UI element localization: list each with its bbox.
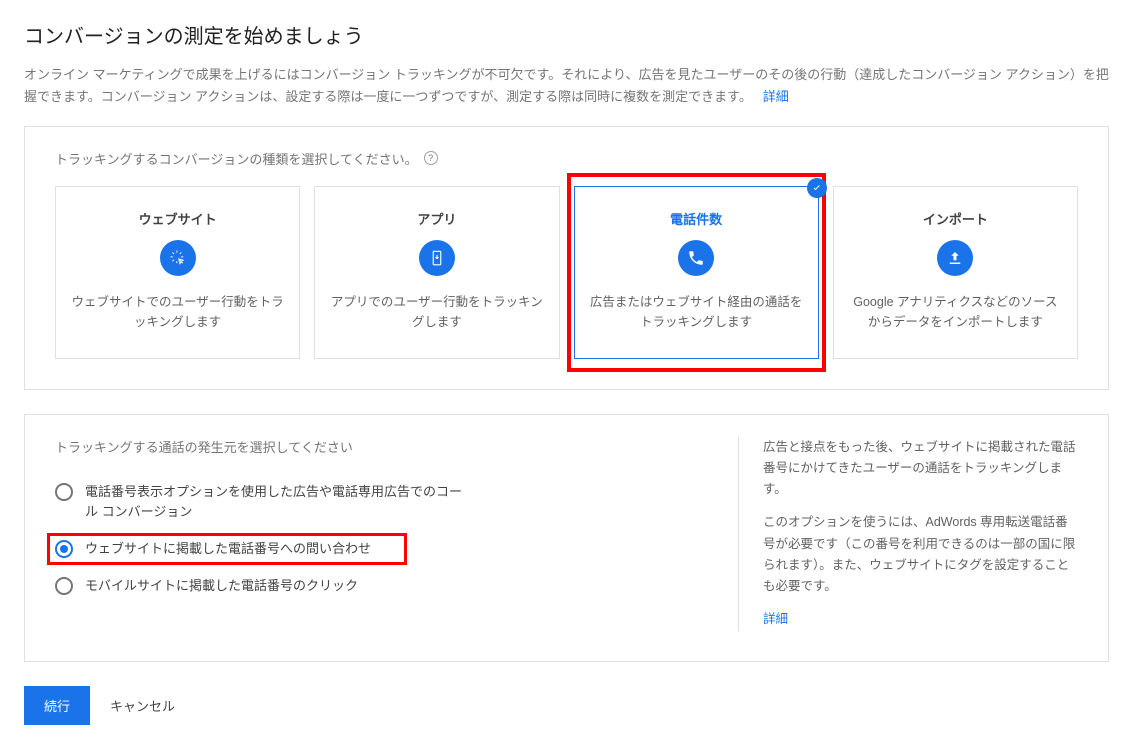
help-icon[interactable]: ?: [424, 151, 438, 165]
aside-p1: 広告と接点をもった後、ウェブサイトに掲載された電話番号にかけてきたユーザーの通話…: [763, 437, 1078, 501]
radio-label: モバイルサイトに掲載した電話番号のクリック: [85, 576, 358, 597]
radio-call-extension[interactable]: 電話番号表示オプションを使用した広告や電話専用広告でのコール コンバージョン: [55, 474, 708, 532]
conversion-type-cards: ウェブサイト ウェブサイトでのユーザー行動をトラッキングします アプリ アプリで…: [55, 186, 1078, 359]
card-title: ウェブサイト: [70, 209, 285, 228]
phone-call-icon: [678, 240, 714, 276]
card-desc: 広告またはウェブサイト経由の通話をトラッキングします: [589, 292, 804, 332]
radio-mobile-phone-click[interactable]: モバイルサイトに掲載した電話番号のクリック: [55, 568, 708, 605]
phone-download-icon: [419, 240, 455, 276]
card-phone-calls[interactable]: 電話件数 広告またはウェブサイト経由の通話をトラッキングします: [574, 186, 819, 359]
card-desc: アプリでのユーザー行動をトラッキングします: [329, 292, 544, 332]
card-title: アプリ: [329, 209, 544, 228]
card-website[interactable]: ウェブサイト ウェブサイトでのユーザー行動をトラッキングします: [55, 186, 300, 359]
call-source-radio-group: 電話番号表示オプションを使用した広告や電話専用広告でのコール コンバージョン ウ…: [55, 474, 708, 605]
card-title: 電話件数: [589, 209, 804, 228]
call-source-panel: トラッキングする通話の発生元を選択してください 電話番号表示オプションを使用した…: [24, 414, 1109, 662]
footer-actions: 続行 キャンセル: [24, 686, 1109, 725]
card-desc: ウェブサイトでのユーザー行動をトラッキングします: [70, 292, 285, 332]
upload-icon: [937, 240, 973, 276]
conversion-type-label: トラッキングするコンバージョンの種類を選択してください。 ?: [55, 149, 1078, 168]
card-title: インポート: [848, 209, 1063, 228]
call-source-description: 広告と接点をもった後、ウェブサイトに掲載された電話番号にかけてきたユーザーの通話…: [738, 437, 1078, 631]
call-source-label: トラッキングする通話の発生元を選択してください: [55, 437, 708, 456]
radio-icon: [55, 577, 73, 595]
card-import[interactable]: インポート Google アナリティクスなどのソースからデータをインポートします: [833, 186, 1078, 359]
page-title: コンバージョンの測定を始めましょう: [24, 20, 1109, 49]
cursor-click-icon: [160, 240, 196, 276]
conversion-type-panel: トラッキングするコンバージョンの種類を選択してください。 ? ウェブサイト ウェ…: [24, 126, 1109, 390]
cancel-button[interactable]: キャンセル: [110, 696, 175, 715]
radio-website-phone[interactable]: ウェブサイトに掲載した電話番号への問い合わせ: [55, 531, 708, 568]
continue-button[interactable]: 続行: [24, 686, 90, 725]
card-desc: Google アナリティクスなどのソースからデータをインポートします: [848, 292, 1063, 332]
radio-icon: [55, 483, 73, 501]
card-app[interactable]: アプリ アプリでのユーザー行動をトラッキングします: [314, 186, 559, 359]
intro-text: オンライン マーケティングで成果を上げるにはコンバージョン トラッキングが不可欠…: [24, 67, 1109, 104]
aside-p2: このオプションを使うには、AdWords 専用転送電話番号が必要です（この番号を…: [763, 512, 1078, 597]
intro-block: オンライン マーケティングで成果を上げるにはコンバージョン トラッキングが不可欠…: [24, 65, 1109, 108]
radio-label: ウェブサイトに掲載した電話番号への問い合わせ: [85, 539, 371, 560]
intro-details-link[interactable]: 詳細: [763, 89, 789, 104]
radio-label: 電話番号表示オプションを使用した広告や電話専用広告でのコール コンバージョン: [85, 482, 465, 524]
aside-details-link[interactable]: 詳細: [763, 612, 788, 626]
check-badge-icon: [807, 178, 827, 198]
radio-icon: [55, 540, 73, 558]
